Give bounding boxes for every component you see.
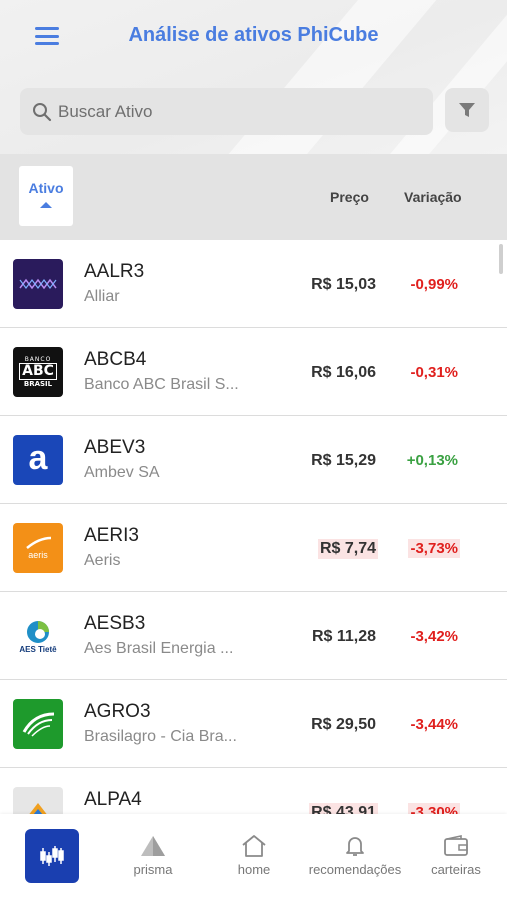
stock-name: Aeris — [84, 552, 121, 569]
stock-ticker: ABEV3 — [84, 437, 146, 458]
stock-change: -0,31% — [410, 364, 458, 381]
nav-label-carteiras: carteiras — [431, 862, 481, 877]
nav-item-prisma[interactable]: prisma — [118, 814, 188, 900]
stock-name: Alliar — [84, 288, 120, 305]
sort-ascending-icon — [40, 202, 52, 208]
home-icon — [242, 835, 266, 857]
search-input[interactable] — [58, 101, 398, 122]
alliar-logo-icon — [13, 259, 63, 309]
aeris-logo-icon: aeris — [13, 523, 63, 573]
stock-row[interactable]: BANCO ABC BRASIL ABCB4 Banco ABC Brasil … — [0, 328, 507, 416]
stock-name: Banco ABC Brasil S... — [84, 376, 239, 393]
stock-price: R$ 43,91 — [309, 803, 378, 814]
abc-brasil-logo-icon: BANCO ABC BRASIL — [13, 347, 63, 397]
nav-item-home[interactable]: home — [220, 814, 288, 900]
bottom-nav: prisma home recomendações carteiras — [0, 814, 507, 900]
candlestick-chart-icon — [40, 846, 64, 866]
prism-icon — [141, 836, 165, 856]
ambev-logo-icon: a — [13, 435, 63, 485]
stock-name: Aes Brasil Energia ... — [84, 640, 234, 657]
stock-change: -0,99% — [410, 276, 458, 293]
nav-label-recomendacoes: recomendações — [308, 862, 402, 877]
stock-name: Ambev SA — [84, 464, 160, 481]
aes-tiete-logo-icon: AES Tietê — [13, 611, 63, 661]
stock-ticker: AESB3 — [84, 613, 146, 634]
column-variacao-label[interactable]: Variação — [404, 189, 462, 205]
column-ativo-label: Ativo — [28, 180, 64, 196]
nav-label-prisma: prisma — [133, 862, 173, 877]
stock-list[interactable]: AALR3 Alliar R$ 15,03 -0,99% BANCO ABC B… — [0, 240, 507, 814]
stock-row[interactable]: AGRO3 Brasilagro - Cia Bra... R$ 29,50 -… — [0, 680, 507, 768]
stock-ticker: AALR3 — [84, 261, 145, 282]
nav-item-recomendacoes[interactable]: recomendações — [303, 814, 407, 900]
header: Análise de ativos PhiCube — [0, 0, 507, 154]
stock-price: R$ 11,28 — [311, 628, 376, 645]
stock-row[interactable]: ALPA4 R$ 43,91 -3,30% — [0, 768, 507, 814]
column-preco-label[interactable]: Preço — [330, 189, 369, 205]
stock-change: -3,42% — [410, 628, 458, 645]
stock-price: R$ 16,06 — [311, 364, 376, 381]
stock-price: R$ 15,03 — [311, 276, 376, 293]
filter-icon — [459, 103, 475, 117]
stock-change: +0,13% — [406, 452, 458, 469]
column-header: Ativo Preço Variação — [0, 154, 507, 240]
brasilagro-logo-icon — [13, 699, 63, 749]
search-bar[interactable] — [20, 88, 433, 135]
stock-price: R$ 7,74 — [317, 539, 378, 559]
stock-price: R$ 29,50 — [311, 716, 376, 733]
app-screen: Análise de ativos PhiCube Ativo Preço Va… — [0, 0, 507, 900]
stock-ticker: ALPA4 — [84, 789, 142, 810]
stock-row[interactable]: a ABEV3 Ambev SA R$ 15,29 +0,13% — [0, 416, 507, 504]
nav-item-carteiras[interactable]: carteiras — [424, 814, 488, 900]
stock-change: -3,44% — [410, 716, 458, 733]
stock-row[interactable]: AES Tietê AESB3 Aes Brasil Energia ... R… — [0, 592, 507, 680]
stock-ticker: AERI3 — [84, 525, 139, 546]
page-title: Análise de ativos PhiCube — [128, 24, 379, 46]
filter-button[interactable] — [445, 88, 489, 132]
sort-by-ativo-button[interactable]: Ativo — [19, 166, 73, 226]
stock-ticker: ABCB4 — [84, 349, 147, 370]
search-icon — [33, 102, 52, 121]
stock-price: R$ 15,29 — [311, 452, 376, 469]
alpargatas-logo-icon — [13, 787, 63, 814]
stock-row[interactable]: AALR3 Alliar R$ 15,03 -0,99% — [0, 240, 507, 328]
nav-item-analise[interactable] — [25, 829, 79, 883]
bell-icon — [346, 837, 364, 856]
list-scrollbar[interactable] — [499, 244, 503, 274]
stock-ticker: AGRO3 — [84, 701, 151, 722]
wallet-icon — [444, 835, 468, 856]
stock-row[interactable]: aeris AERI3 Aeris R$ 7,74 -3,73% — [0, 504, 507, 592]
stock-change: -3,30% — [408, 803, 460, 814]
stock-change: -3,73% — [408, 539, 460, 558]
stock-name: Brasilagro - Cia Bra... — [84, 728, 237, 745]
nav-label-home: home — [237, 862, 271, 877]
